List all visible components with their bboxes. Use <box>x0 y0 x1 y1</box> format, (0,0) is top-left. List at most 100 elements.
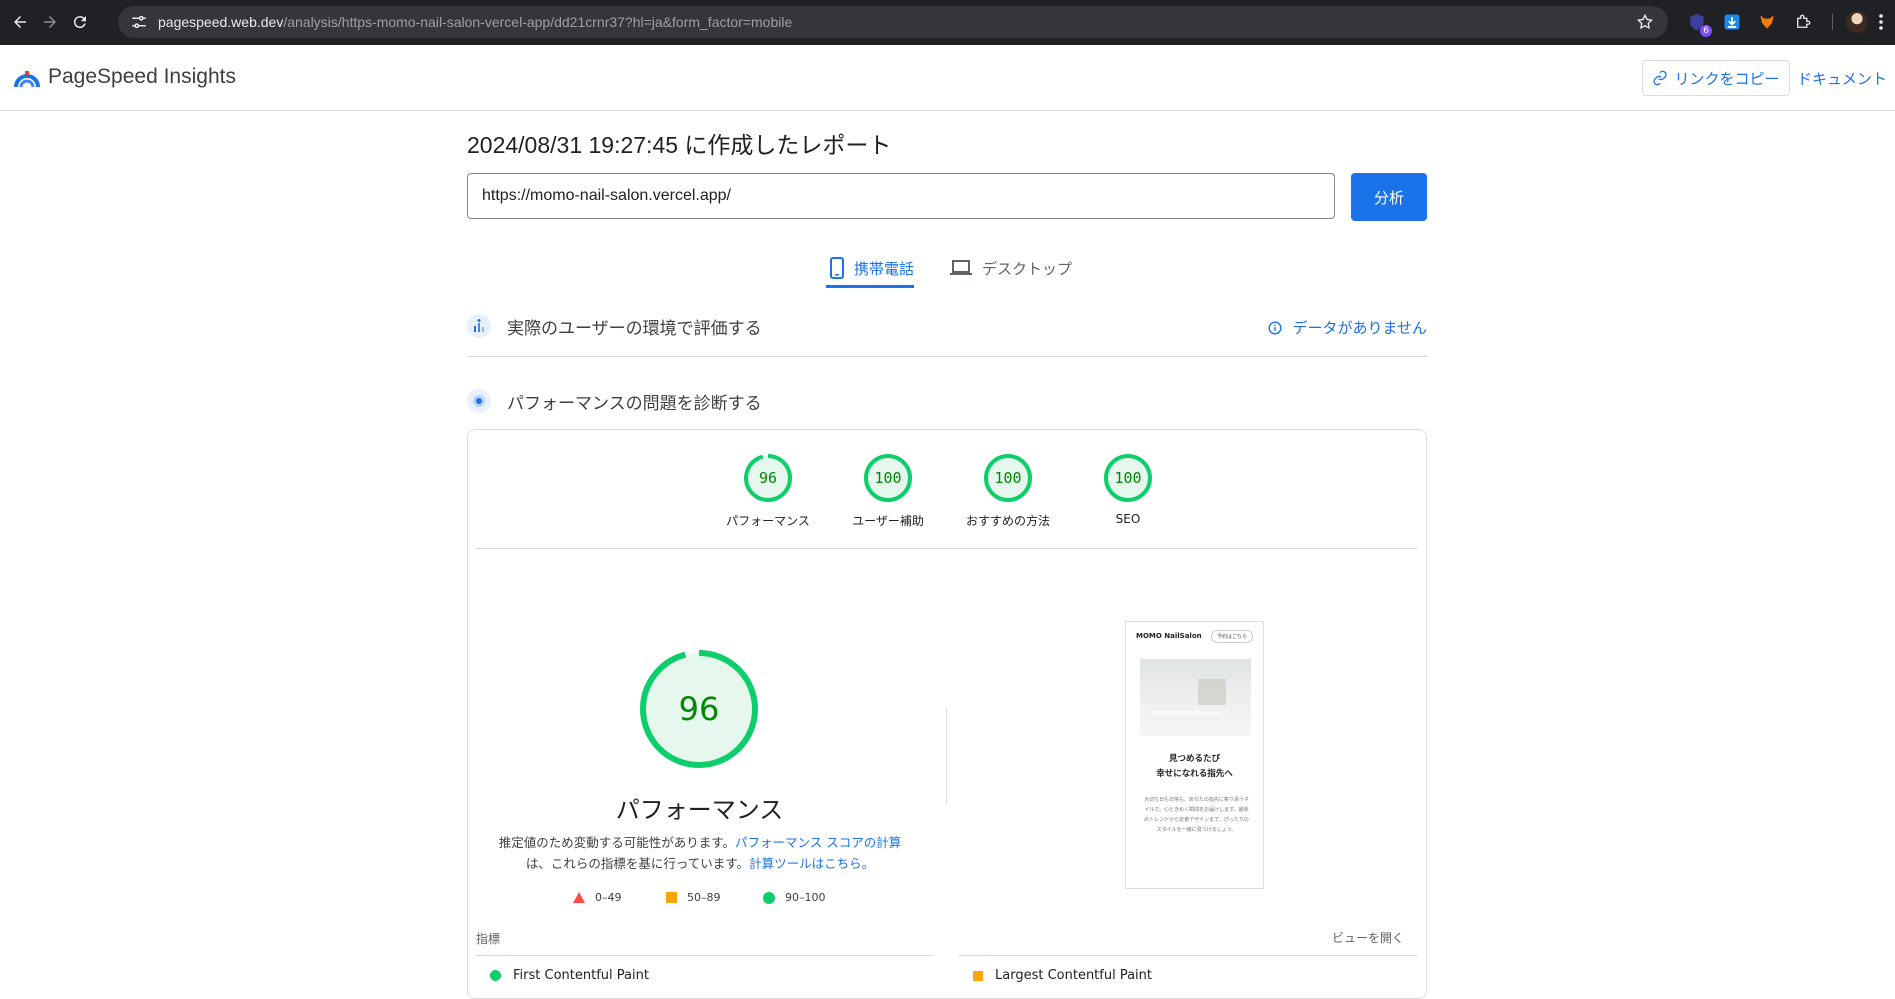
url-input[interactable]: https://momo-nail-salon.vercel.app/ <box>467 173 1335 219</box>
toolbar-separator <box>1832 14 1833 30</box>
metrics-heading: 指標 <box>476 932 501 946</box>
score-ring: 96 <box>744 454 792 502</box>
browser-toolbar: pagespeed.web.dev/analysis/https-momo-na… <box>0 0 1895 45</box>
gauges-divider <box>476 548 1418 549</box>
score-label: おすすめの方法 <box>965 514 1050 528</box>
url-input-value: https://momo-nail-salon.vercel.app/ <box>482 187 731 204</box>
users-icon <box>467 314 491 338</box>
lab-data-title: パフォーマンスの問題を診断する <box>507 393 762 414</box>
copy-link-label: リンクをコピー <box>1674 69 1780 88</box>
reload-button[interactable] <box>66 8 94 36</box>
report-title: 2024/08/31 19:27:45 に作成したレポート <box>467 132 892 158</box>
score-gauge-best-practices[interactable]: 100 おすすめの方法 <box>958 452 1058 529</box>
tab-desktop[interactable]: デスクトップ <box>950 250 1072 286</box>
performance-big-gauge: 96 <box>640 650 758 768</box>
puzzle-icon <box>1797 14 1811 28</box>
performance-score: 96 <box>679 690 720 728</box>
thumb-hero-image <box>1140 659 1251 736</box>
triangle-icon <box>573 892 585 903</box>
vertical-divider <box>946 708 947 804</box>
score-gauge-performance[interactable]: 96 パフォーマンス <box>718 452 818 529</box>
download-icon <box>1724 14 1740 30</box>
open-view-toggle[interactable]: ビューを開く <box>1332 929 1404 946</box>
url-text: pagespeed.web.dev/analysis/https-momo-na… <box>158 14 793 30</box>
calculator-link[interactable]: 計算ツールはこちら。 <box>749 856 874 871</box>
active-tab-indicator <box>826 285 914 288</box>
info-icon <box>1268 320 1282 335</box>
metric-lcp: Largest Contentful Paint <box>973 968 1152 983</box>
copy-link-button[interactable]: リンクをコピー <box>1642 60 1790 96</box>
tab-mobile[interactable]: 携帯電話 <box>830 250 914 286</box>
performance-description: 推定値のため変動する可能性があります。パフォーマンス スコアの計算 は、これらの… <box>490 832 910 874</box>
desc-text-2: は、これらの指標を基に行っています。 <box>525 856 750 871</box>
metric-fcp: First Contentful Paint <box>490 968 649 983</box>
section-divider <box>467 356 1427 357</box>
pagespeed-logo-icon[interactable] <box>14 67 40 89</box>
square-icon <box>666 892 677 903</box>
thumb-headline-1: 見つめるたび <box>1168 754 1220 764</box>
field-data-section: 実際のユーザーの環境で評価する データがありません <box>467 304 1427 348</box>
legend-pass: 90–100 <box>763 891 826 904</box>
address-bar[interactable]: pagespeed.web.dev/analysis/https-momo-na… <box>118 6 1668 38</box>
score-value: 100 <box>994 469 1021 487</box>
good-circle-icon <box>490 970 501 981</box>
metrics-divider-right <box>958 955 1418 956</box>
score-value: 100 <box>1114 469 1141 487</box>
score-label: ユーザー補助 <box>852 514 924 528</box>
score-ring: 100 <box>1104 454 1152 502</box>
extensions-menu-button[interactable] <box>1792 11 1814 33</box>
reload-icon <box>73 16 86 29</box>
arrow-left-icon <box>14 16 26 28</box>
more-vert-icon[interactable] <box>1878 12 1884 32</box>
desc-text-1: 推定値のため変動する可能性があります。 <box>498 835 736 850</box>
score-gauge-accessibility[interactable]: 100 ユーザー補助 <box>838 452 938 529</box>
thumb-headline: 見つめるたび 幸せになれる指先へ <box>1126 752 1263 782</box>
legend-fail: 0–49 <box>573 891 622 904</box>
circle-icon <box>763 891 775 904</box>
link-icon <box>1653 70 1668 86</box>
back-button[interactable] <box>6 8 34 36</box>
score-label: SEO <box>1115 512 1141 526</box>
score-label: パフォーマンス <box>726 514 810 528</box>
score-gauge-seo[interactable]: 100 SEO <box>1078 452 1178 526</box>
score-ring: 100 <box>864 454 912 502</box>
fox-extension-button[interactable] <box>1756 11 1778 33</box>
profile-avatar[interactable] <box>1846 11 1868 33</box>
download-extension-button[interactable] <box>1721 11 1743 33</box>
psi-header: PageSpeed Insights リンクをコピー ドキュメント <box>0 45 1895 111</box>
legend-average-label: 50–89 <box>687 891 721 904</box>
field-data-title: 実際のユーザーの環境で評価する <box>507 318 762 339</box>
tab-desktop-label: デスクトップ <box>982 259 1073 278</box>
metric-lcp-name: Largest Contentful Paint <box>995 968 1153 983</box>
smartphone-icon <box>830 257 844 279</box>
score-value: 100 <box>874 469 901 487</box>
thumb-site-name: MOMO NailSalon <box>1136 632 1202 640</box>
lab-data-section: パフォーマンスの問題を診断する <box>467 379 1427 423</box>
fox-icon <box>1760 15 1774 29</box>
legend-fail-label: 0–49 <box>595 891 622 904</box>
analyze-button[interactable]: 分析 <box>1351 173 1427 221</box>
brand-name[interactable]: PageSpeed Insights <box>48 65 236 89</box>
metric-fcp-name: First Contentful Paint <box>513 968 649 983</box>
thumb-reserve-button: 予約はこちら <box>1210 630 1253 643</box>
bookmark-star-icon[interactable] <box>1636 13 1654 31</box>
site-settings-icon[interactable] <box>130 13 148 31</box>
page-screenshot-thumbnail[interactable]: MOMO NailSalon 予約はこちら 見つめるたび 幸せになれる指先へ 大… <box>1125 621 1264 889</box>
forward-button[interactable] <box>36 8 64 36</box>
score-calc-link[interactable]: パフォーマンス スコアの計算 <box>735 835 901 850</box>
score-ring: 100 <box>984 454 1032 502</box>
scores-card <box>467 429 1427 999</box>
average-square-icon <box>973 970 983 981</box>
arrow-right-icon <box>44 16 56 28</box>
no-data-link[interactable]: データがありません <box>1268 317 1427 338</box>
diagnose-icon <box>467 389 491 413</box>
legend-average: 50–89 <box>666 891 721 904</box>
no-data-label: データがありません <box>1292 319 1427 337</box>
tab-mobile-label: 携帯電話 <box>854 259 915 278</box>
thumb-body-text: 大切な日も日常も、あなたの指先に寄り添うネイルで、心ときめく瞬間をお届けします。… <box>1144 797 1249 833</box>
laptop-icon <box>950 260 972 275</box>
metrics-divider-left <box>476 955 934 956</box>
score-value: 96 <box>759 469 777 487</box>
docs-link[interactable]: ドキュメント <box>1797 68 1887 89</box>
extension-1-button[interactable]: 6 <box>1686 11 1712 37</box>
